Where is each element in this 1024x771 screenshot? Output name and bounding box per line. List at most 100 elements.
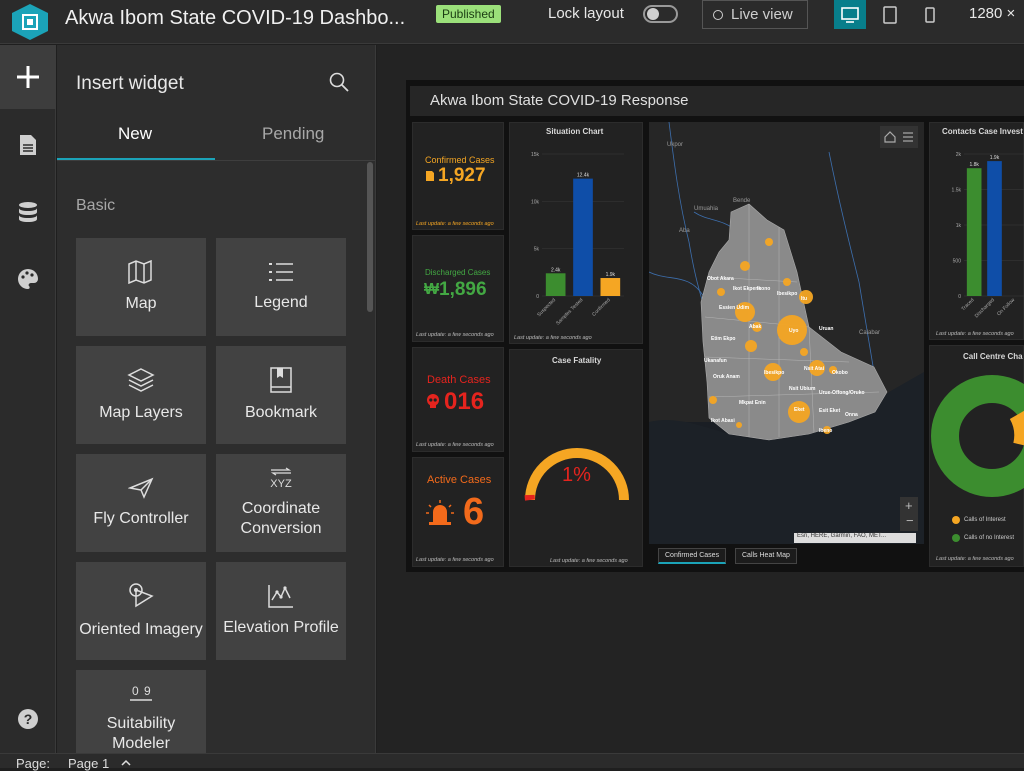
- chart-title: Call Centre Cha: [963, 352, 1023, 361]
- svg-text:Obot Akara: Obot Akara: [707, 276, 734, 282]
- database-icon: [17, 201, 39, 225]
- desktop-view-button[interactable]: [834, 0, 866, 29]
- svg-text:Uyo: Uyo: [789, 328, 798, 334]
- bar-discharged: [987, 161, 1002, 296]
- widget-label: Legend: [254, 293, 307, 313]
- mobile-icon: [925, 7, 935, 23]
- last-update: Last update: a few seconds ago: [416, 557, 494, 563]
- panel-scrollbar[interactable]: [367, 162, 373, 312]
- donut-slice-no-interest: [945, 389, 1024, 483]
- map-legend-icon[interactable]: [902, 131, 914, 143]
- svg-text:Umuahia: Umuahia: [694, 206, 719, 212]
- zoom-in-button[interactable]: +: [905, 498, 913, 513]
- data-label: 2.4k: [551, 267, 561, 273]
- map-toolbar: [880, 126, 918, 148]
- widget-map-layers[interactable]: Map Layers: [76, 346, 206, 444]
- map-tab-heat[interactable]: Calls Heat Map: [735, 548, 797, 564]
- indicator-confirmed[interactable]: Confirmed Cases 1,927 Last update: a few…: [412, 122, 504, 230]
- tab-new[interactable]: New: [118, 124, 152, 144]
- legend-icon: [268, 261, 294, 283]
- data-label: 1.8k: [969, 162, 979, 168]
- help-rail-button[interactable]: ?: [0, 687, 56, 751]
- live-view-button[interactable]: Live view: [702, 0, 808, 29]
- widget-suitability-modeler[interactable]: 09 Suitability Modeler: [76, 670, 206, 753]
- indicator-value: 016: [444, 388, 484, 416]
- page-selector[interactable]: Page 1: [68, 756, 109, 771]
- indicator-discharged[interactable]: Discharged Cases ₩ 1,896 Last update: a …: [412, 235, 504, 342]
- theme-rail-button[interactable]: [0, 247, 56, 311]
- last-update: Last update: a few seconds ago: [936, 331, 1014, 337]
- lock-layout-label: Lock layout: [548, 5, 624, 22]
- widget-map[interactable]: Map: [76, 238, 206, 336]
- footer-bar: Page: Page 1: [0, 753, 1024, 768]
- y-tick-label: 5k: [534, 247, 540, 253]
- situation-chart-card[interactable]: Situation Chart 05k10k15k2.4kSuspected12…: [509, 122, 643, 344]
- chevron-up-icon[interactable]: [121, 759, 131, 766]
- fly-icon: [128, 477, 154, 499]
- svg-text:Eket: Eket: [794, 407, 805, 413]
- zoom-control: + −: [900, 497, 918, 531]
- y-tick-label: 1k: [956, 223, 962, 229]
- contacts-chart-card[interactable]: Contacts Case Invest 05001k1.5k2k1.8kTra…: [929, 122, 1024, 340]
- suitability-icon: 09: [128, 684, 154, 704]
- covid-map[interactable]: Obot AkaraIkot EkpeneEssien Udim IkonoIt…: [649, 122, 924, 544]
- indicator-active[interactable]: Active Cases 6 Last update: a few second…: [412, 457, 504, 567]
- indicator-value: 1,896: [439, 279, 487, 301]
- elevation-icon: [268, 584, 294, 608]
- indicator-label: Active Cases: [427, 474, 491, 486]
- x-tick-label: Confirmed: [591, 297, 612, 318]
- tablet-view-button[interactable]: [874, 0, 906, 29]
- data-rail-button[interactable]: [0, 181, 56, 245]
- oriented-imagery-icon: [127, 582, 155, 610]
- map-icon: [127, 260, 155, 284]
- tab-pending[interactable]: Pending: [262, 124, 324, 144]
- widget-label: Coordinate Conversion: [216, 499, 346, 539]
- indicator-label: Death Cases: [427, 374, 491, 386]
- insert-widget-panel: Insert widget New Pending Basic Map Lege…: [57, 45, 376, 753]
- svg-text:Oruk Anam: Oruk Anam: [713, 374, 740, 380]
- last-update: Last update: a few seconds ago: [514, 335, 592, 341]
- widget-fly-controller[interactable]: Fly Controller: [76, 454, 206, 552]
- data-label: 1.9k: [990, 155, 1000, 161]
- indicator-label: Discharged Cases: [425, 268, 490, 277]
- mobile-view-button[interactable]: [914, 0, 946, 29]
- layers-icon: [127, 367, 155, 393]
- legend-swatch-interest: [952, 516, 960, 524]
- indicator-value: 6: [463, 491, 484, 534]
- y-tick-label: 0: [958, 294, 961, 300]
- widget-oriented-imagery[interactable]: Oriented Imagery: [76, 562, 206, 660]
- svg-text:Urue-Offong/Oruko: Urue-Offong/Oruko: [819, 390, 865, 396]
- svg-text:Ikono: Ikono: [757, 286, 770, 292]
- indicator-deaths[interactable]: Death Cases 016 Last update: a few secon…: [412, 347, 504, 452]
- x-tick-label: Discharged: [974, 297, 996, 319]
- zoom-out-button[interactable]: −: [906, 513, 914, 528]
- home-icon[interactable]: [884, 131, 896, 143]
- app-title: Akwa Ibom State COVID-19 Dashbo...: [65, 7, 405, 30]
- lock-layout-toggle[interactable]: [643, 5, 678, 23]
- last-update: Last update: a few seconds ago: [416, 221, 494, 227]
- page-rail-button[interactable]: [0, 113, 56, 177]
- call-centre-card[interactable]: Call Centre Cha Calls of Interest Calls …: [929, 345, 1024, 567]
- app-logo-icon[interactable]: [12, 4, 48, 40]
- case-fatality-card[interactable]: Case Fatality 1% Last update: a few seco…: [509, 349, 643, 567]
- document-icon: [425, 170, 435, 182]
- widget-coordinate-conversion[interactable]: XYZ Coordinate Conversion: [216, 454, 346, 552]
- bar-suspected: [546, 273, 566, 296]
- y-tick-label: 2k: [956, 152, 962, 158]
- widget-elevation-profile[interactable]: Elevation Profile: [216, 562, 346, 660]
- bookmark-icon: [269, 367, 293, 393]
- live-view-label: Live view: [731, 6, 793, 23]
- resolution-selector[interactable]: 1280 ×: [969, 5, 1015, 22]
- skull-icon: [426, 394, 440, 408]
- status-badge: Published: [436, 5, 501, 23]
- widget-legend[interactable]: Legend: [216, 238, 346, 336]
- widget-label: Elevation Profile: [223, 618, 339, 638]
- last-update: Last update: a few seconds ago: [550, 558, 628, 564]
- map-attribution: Esri, HERE, Garmin, FAO, MET...: [794, 533, 916, 543]
- panel-search-button[interactable]: [329, 72, 349, 97]
- map-tab-confirmed[interactable]: Confirmed Cases: [658, 548, 726, 564]
- widget-label: Map Layers: [99, 403, 183, 423]
- svg-text:0: 0: [132, 684, 139, 698]
- widget-bookmark[interactable]: Bookmark: [216, 346, 346, 444]
- insert-widget-rail-button[interactable]: [0, 45, 56, 109]
